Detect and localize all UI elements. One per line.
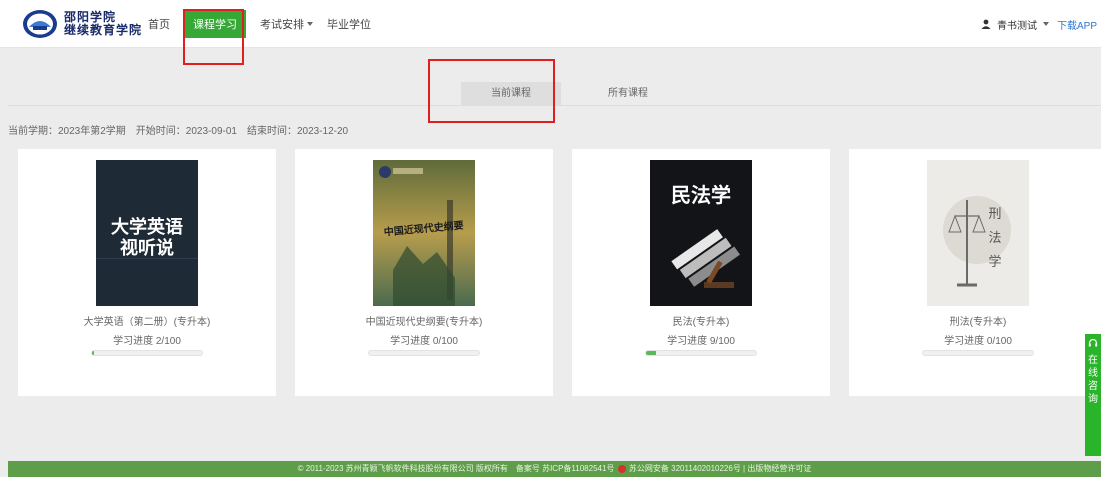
footer-police-record[interactable]: 苏公网安备 32011402010226号 | 出版物经营许可证 (629, 464, 811, 473)
course-progress-bar (645, 350, 757, 356)
chat-label-char: 线 (1088, 368, 1098, 379)
english-cover-art: 大学英语 视听说 (96, 160, 198, 306)
course-progress-label: 学习进度 0/100 (944, 336, 1012, 347)
history-cover-art: 中国近现代史纲要 (373, 160, 475, 306)
cover-title-char-1: 刑 (988, 207, 1001, 222)
chat-label-char: 询 (1088, 394, 1098, 405)
headset-icon (1088, 338, 1098, 347)
course-title[interactable]: 大学英语（第二册）(专升本) (18, 313, 276, 328)
footer-copyright[interactable]: © 2011-2023 苏州青颖飞帆软件科技股份有限公司 版权所有 备案号 苏I… (298, 464, 615, 473)
course-title[interactable]: 民法(专升本) (572, 313, 830, 328)
nav-item-home[interactable]: 首页 (148, 16, 170, 32)
cover-title-line-1: 大学英语 (111, 216, 183, 238)
police-badge-icon (617, 464, 626, 473)
course-progress-label: 学习进度 2/100 (113, 336, 181, 347)
chevron-down-icon[interactable] (1042, 22, 1049, 26)
user-menu: 青书测试 下载APP (981, 0, 1097, 48)
main-nav: 首页 课程学习 考试安排 毕业学位 (148, 0, 385, 48)
course-subtabs: 当前课程 所有课程 (8, 82, 1101, 106)
course-progress-bar (368, 350, 480, 356)
course-cover-image[interactable]: 民法学 (650, 160, 752, 306)
chevron-down-icon (307, 22, 313, 26)
course-card[interactable]: 刑 法 学 刑法(专升本) 学习进度 0/100 (849, 149, 1101, 396)
course-card[interactable]: 民法学 民法(专升本) 学习进度 9/100 (572, 149, 830, 396)
progress-fill (92, 351, 95, 355)
course-progress-label: 学习进度 9/100 (667, 336, 735, 347)
progress-fill (646, 351, 656, 355)
logo-line-2: 继续教育学院 (64, 23, 143, 37)
cover-title-line-2: 视听说 (120, 237, 174, 259)
course-progress-bar (91, 350, 203, 356)
course-title[interactable]: 中国近现代史纲要(专升本) (295, 313, 553, 328)
course-title[interactable]: 刑法(专升本) (849, 313, 1101, 328)
course-progress-label: 学习进度 0/100 (390, 336, 458, 347)
school-emblem-icon (23, 10, 57, 38)
nav-item-graduation[interactable]: 毕业学位 (327, 16, 371, 32)
download-app-link[interactable]: 下载APP (1057, 17, 1097, 32)
user-name[interactable]: 青书测试 (997, 17, 1037, 32)
civil-law-cover-art: 民法学 (650, 160, 752, 306)
page-footer: © 2011-2023 苏州青颖飞帆软件科技股份有限公司 版权所有 备案号 苏I… (8, 461, 1101, 477)
nav-item-exam-schedule[interactable]: 考试安排 (260, 16, 313, 32)
criminal-law-cover-art: 刑 法 学 (927, 160, 1029, 306)
cover-title-char-2: 法 (988, 231, 1001, 246)
top-header: 邵阳学院 继续教育学院 首页 课程学习 考试安排 毕业学位 青书测试 下载APP (0, 0, 1101, 48)
course-cover-image[interactable]: 大学英语 视听说 (96, 160, 198, 306)
nav-item-course-study[interactable]: 课程学习 (184, 10, 246, 38)
course-cover-image[interactable]: 刑 法 学 (927, 160, 1029, 306)
user-icon (981, 19, 991, 29)
tab-current-courses[interactable]: 当前课程 (461, 82, 561, 106)
school-logo[interactable]: 邵阳学院 继续教育学院 (22, 9, 142, 39)
course-card[interactable]: 大学英语 视听说 大学英语（第二册）(专升本) 学习进度 2/100 (18, 149, 276, 396)
cover-title-char-3: 学 (988, 254, 1001, 270)
online-consult-widget[interactable]: 在 线 咨 询 (1085, 334, 1101, 456)
chat-label-char: 咨 (1088, 381, 1098, 392)
tab-all-courses[interactable]: 所有课程 (578, 82, 678, 106)
course-card[interactable]: 中国近现代史纲要 中国近现代史纲要(专升本) 学习进度 0/100 (295, 149, 553, 396)
course-progress-bar (922, 350, 1034, 356)
term-info: 当前学期：2023年第2学期 开始时间：2023-09-01 结束时间：2023… (8, 126, 349, 137)
chat-label-char: 在 (1088, 355, 1098, 366)
course-cover-image[interactable]: 中国近现代史纲要 (373, 160, 475, 306)
cover-title: 民法学 (671, 183, 731, 207)
